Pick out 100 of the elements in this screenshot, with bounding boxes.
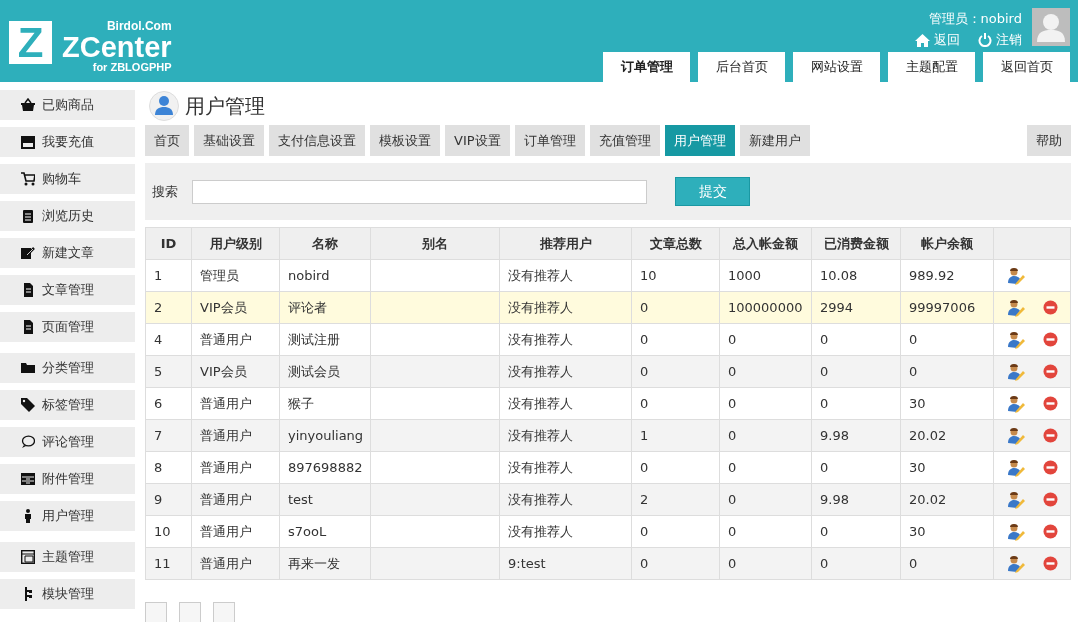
tab[interactable]: VIP设置 — [445, 125, 510, 156]
table-cell: 测试注册 — [279, 323, 371, 356]
table-cell: 0 — [719, 451, 812, 484]
table-cell: yinyouliang — [279, 419, 371, 452]
brand-subtitle: for ZBLOGPHP — [92, 61, 172, 73]
edit-user-icon[interactable] — [1006, 426, 1025, 445]
help-button[interactable]: 帮助 — [1027, 125, 1071, 156]
delete-icon[interactable] — [1042, 300, 1058, 315]
column-header: 用户级别 — [191, 227, 280, 260]
delete-icon[interactable] — [1042, 524, 1058, 539]
site-name: Birdol.Com — [106, 20, 172, 33]
table-cell: VIP会员 — [191, 291, 280, 324]
sidebar-item[interactable]: 浏览历史 — [0, 201, 135, 231]
table-cell: 30 — [900, 515, 994, 548]
sidebar-item[interactable]: 购物车 — [0, 164, 135, 194]
delete-icon[interactable] — [1042, 332, 1058, 347]
tab[interactable]: 充值管理 — [589, 125, 660, 156]
table-cell: 8 — [145, 451, 192, 484]
edit-user-icon[interactable] — [1006, 394, 1025, 413]
column-header: 名称 — [279, 227, 371, 260]
sidebar-item[interactable]: 已购商品 — [0, 90, 135, 120]
table-cell: 30 — [900, 451, 994, 484]
tab[interactable]: 首页 — [145, 125, 189, 156]
delete-icon[interactable] — [1042, 364, 1058, 379]
table-cell: 989.92 — [900, 259, 994, 292]
table-cell: 100000000 — [719, 291, 812, 324]
sidebar-item[interactable]: 标签管理 — [0, 390, 135, 420]
layout-icon — [21, 550, 35, 564]
delete-icon[interactable] — [1042, 428, 1058, 443]
top-tab[interactable]: 后台首页 — [698, 52, 785, 82]
search-field[interactable] — [192, 179, 647, 204]
delete-icon[interactable] — [1042, 492, 1058, 507]
top-tab[interactable]: 订单管理 — [603, 52, 690, 82]
table-cell: 没有推荐人 — [499, 419, 632, 452]
sidebar-item[interactable]: 页面管理 — [0, 312, 135, 342]
brand-name: ZCenter — [62, 33, 172, 61]
column-header: 别名 — [370, 227, 500, 260]
sidebar-item[interactable]: 附件管理 — [0, 464, 135, 494]
tab[interactable]: 支付信息设置 — [269, 125, 365, 156]
table-cell: 管理员 — [191, 259, 280, 292]
table-cell: 9.98 — [811, 419, 901, 452]
table-cell: 10 — [145, 515, 192, 548]
delete-icon[interactable] — [1042, 396, 1058, 411]
column-header: ID — [145, 227, 192, 260]
edit-user-icon[interactable] — [1006, 554, 1025, 573]
tab[interactable]: 新建用户 — [739, 125, 810, 156]
column-header: 推荐用户 — [499, 227, 632, 260]
sidebar-item[interactable]: 评论管理 — [0, 427, 135, 457]
table-cell: 9:test — [499, 547, 632, 580]
table-cell: 0 — [811, 323, 901, 356]
edit-user-icon[interactable] — [1006, 266, 1025, 285]
home-icon — [915, 33, 930, 47]
table-cell: 2994 — [811, 291, 901, 324]
table-cell: 0 — [811, 451, 901, 484]
top-tab[interactable]: 网站设置 — [793, 52, 880, 82]
sidebar-item[interactable]: 文章管理 — [0, 275, 135, 305]
table-cell: 0 — [631, 355, 720, 388]
edit-user-icon[interactable] — [1006, 298, 1025, 317]
column-header: 帐户余额 — [900, 227, 994, 260]
table-cell: test — [279, 483, 371, 516]
table-cell: 没有推荐人 — [499, 451, 632, 484]
sidebar-item[interactable]: 新建文章 — [0, 238, 135, 268]
top-tab[interactable]: 主题配置 — [888, 52, 975, 82]
table-cell: 5 — [145, 355, 192, 388]
table-cell: 测试会员 — [279, 355, 371, 388]
search-label: 搜索 — [152, 182, 178, 201]
tab[interactable]: 模板设置 — [370, 125, 440, 156]
edit-user-icon[interactable] — [1006, 362, 1025, 381]
table-cell: 4 — [145, 323, 192, 356]
basket-icon — [21, 98, 35, 112]
table-cell: 2 — [145, 291, 192, 324]
table-cell: 普通用户 — [191, 419, 280, 452]
sidebar-item[interactable]: 模块管理 — [0, 579, 135, 609]
edit-user-icon[interactable] — [1006, 490, 1025, 509]
table-cell: 1 — [145, 259, 192, 292]
cart-icon — [21, 172, 35, 186]
table-cell: 0 — [811, 355, 901, 388]
table-cell: 0 — [631, 451, 720, 484]
table-cell: 9 — [145, 483, 192, 516]
delete-icon[interactable] — [1042, 460, 1058, 475]
table-cell: 0 — [719, 483, 812, 516]
sidebar-item[interactable]: 主题管理 — [0, 542, 135, 572]
sidebar-item[interactable]: 用户管理 — [0, 501, 135, 531]
sidebar-item[interactable]: 分类管理 — [0, 353, 135, 383]
table-cell: 没有推荐人 — [499, 259, 632, 292]
column-header: 已消费金额 — [811, 227, 901, 260]
edit-user-icon[interactable] — [1006, 522, 1025, 541]
edit-user-icon[interactable] — [1006, 330, 1025, 349]
logo-mark: Z — [9, 21, 52, 64]
tab[interactable]: 基础设置 — [194, 125, 264, 156]
table-cell: 0 — [719, 323, 812, 356]
table-cell: VIP会员 — [191, 355, 280, 388]
top-tab[interactable]: 返回首页 — [983, 52, 1070, 82]
table-cell: 没有推荐人 — [499, 323, 632, 356]
delete-icon[interactable] — [1042, 556, 1058, 571]
tab[interactable]: 订单管理 — [514, 125, 585, 156]
table-cell: 11 — [145, 547, 192, 580]
edit-user-icon[interactable] — [1006, 458, 1025, 477]
table-cell: 897698882 — [279, 451, 371, 484]
sidebar-item[interactable]: 我要充值 — [0, 127, 135, 157]
